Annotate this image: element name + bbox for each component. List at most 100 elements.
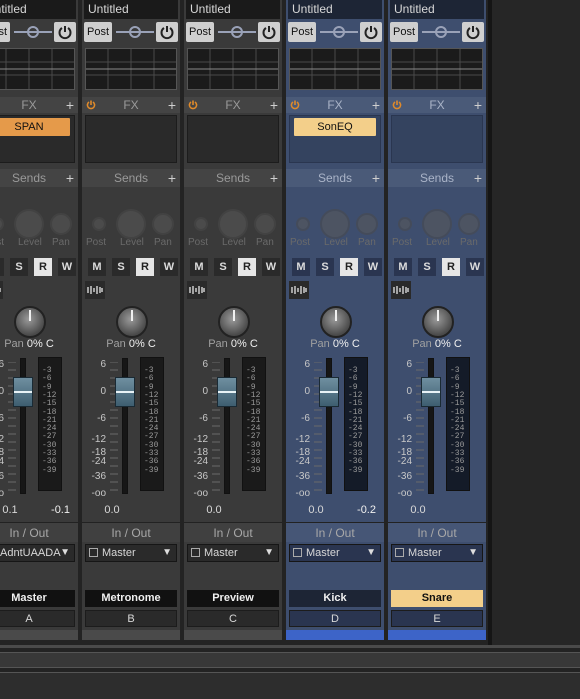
fader-value[interactable]: 0.0 bbox=[184, 504, 244, 516]
routing-icon[interactable] bbox=[422, 25, 460, 39]
channel-name[interactable]: Snare bbox=[391, 590, 483, 607]
input-monitor-icon[interactable] bbox=[289, 281, 309, 299]
channel-title[interactable]: Untitled bbox=[84, 0, 178, 19]
power-icon[interactable] bbox=[54, 22, 76, 42]
add-send-icon[interactable]: + bbox=[474, 169, 482, 187]
channel-letter[interactable]: D bbox=[289, 610, 381, 627]
mute-button[interactable]: M bbox=[292, 258, 310, 276]
output-selector[interactable]: AdntUAADA ▼ bbox=[0, 544, 75, 562]
solo-button[interactable]: S bbox=[418, 258, 436, 276]
power-icon[interactable] bbox=[258, 22, 280, 42]
pan-knob[interactable] bbox=[320, 306, 352, 338]
channel-letter[interactable]: A bbox=[0, 610, 75, 627]
add-fx-icon[interactable]: + bbox=[168, 97, 176, 113]
fader-value[interactable]: 0.1 bbox=[0, 504, 40, 516]
peak-value[interactable]: -0.1 bbox=[51, 504, 70, 516]
add-fx-icon[interactable]: + bbox=[270, 97, 278, 113]
volume-fader-handle[interactable] bbox=[421, 377, 441, 407]
write-button[interactable]: W bbox=[58, 258, 76, 276]
post-button[interactable]: Post bbox=[186, 22, 214, 42]
pan-knob[interactable] bbox=[116, 306, 148, 338]
eq-thumbnail[interactable] bbox=[187, 48, 279, 90]
horizontal-scrollbar[interactable] bbox=[0, 652, 580, 668]
channel-name[interactable]: Kick bbox=[289, 590, 381, 607]
channel-strip-master[interactable]: Untitled Post bbox=[0, 0, 78, 640]
post-button[interactable]: Post bbox=[84, 22, 112, 42]
add-send-icon[interactable]: + bbox=[270, 169, 278, 187]
channel-name[interactable]: Preview bbox=[187, 590, 279, 607]
mute-button[interactable]: M bbox=[0, 258, 4, 276]
input-monitor-icon[interactable] bbox=[85, 281, 105, 299]
in-out-header[interactable]: In / Out bbox=[388, 522, 486, 542]
eq-thumbnail[interactable] bbox=[85, 48, 177, 90]
in-out-header[interactable]: In / Out bbox=[82, 522, 180, 542]
channel-name[interactable]: Metronome bbox=[85, 590, 177, 607]
in-out-header[interactable]: In / Out bbox=[286, 522, 384, 542]
output-selector[interactable]: Master ▼ bbox=[391, 544, 483, 562]
fx-power-icon[interactable] bbox=[290, 100, 300, 110]
fx-rack[interactable]: SPAN bbox=[0, 115, 75, 163]
volume-fader-handle[interactable] bbox=[217, 377, 237, 407]
input-monitor-icon[interactable] bbox=[187, 281, 207, 299]
mute-button[interactable]: M bbox=[190, 258, 208, 276]
volume-fader-handle[interactable] bbox=[319, 377, 339, 407]
solo-button[interactable]: S bbox=[112, 258, 130, 276]
write-button[interactable]: W bbox=[160, 258, 178, 276]
channel-title[interactable]: Untitled bbox=[390, 0, 484, 19]
input-monitor-icon[interactable] bbox=[0, 281, 3, 299]
fx-power-icon[interactable] bbox=[188, 100, 198, 110]
record-button[interactable]: R bbox=[136, 258, 154, 276]
channel-title[interactable]: Untitled bbox=[186, 0, 280, 19]
eq-thumbnail[interactable] bbox=[0, 48, 75, 90]
write-button[interactable]: W bbox=[364, 258, 382, 276]
routing-icon[interactable] bbox=[14, 25, 52, 39]
output-selector[interactable]: Master ▼ bbox=[187, 544, 279, 562]
add-fx-icon[interactable]: + bbox=[66, 97, 74, 113]
mute-button[interactable]: M bbox=[88, 258, 106, 276]
record-button[interactable]: R bbox=[34, 258, 52, 276]
routing-icon[interactable] bbox=[218, 25, 256, 39]
volume-fader-handle[interactable] bbox=[13, 377, 33, 407]
fx-power-icon[interactable] bbox=[392, 100, 402, 110]
record-button[interactable]: R bbox=[238, 258, 256, 276]
post-button[interactable]: Post bbox=[288, 22, 316, 42]
post-button[interactable]: Post bbox=[390, 22, 418, 42]
volume-fader-handle[interactable] bbox=[115, 377, 135, 407]
add-fx-icon[interactable]: + bbox=[474, 97, 482, 113]
channel-letter[interactable]: E bbox=[391, 610, 483, 627]
channel-letter[interactable]: C bbox=[187, 610, 279, 627]
record-button[interactable]: R bbox=[340, 258, 358, 276]
routing-icon[interactable] bbox=[116, 25, 154, 39]
channel-strip-metronome[interactable]: Untitled Post FX + Sends + Post Level Pa… bbox=[82, 0, 180, 640]
fader-value[interactable]: 0.0 bbox=[286, 504, 346, 516]
channel-name[interactable]: Master bbox=[0, 590, 75, 607]
fx-rack[interactable] bbox=[391, 115, 483, 163]
add-send-icon[interactable]: + bbox=[168, 169, 176, 187]
solo-button[interactable]: S bbox=[316, 258, 334, 276]
record-button[interactable]: R bbox=[442, 258, 460, 276]
fader-value[interactable]: 0.0 bbox=[388, 504, 448, 516]
add-send-icon[interactable]: + bbox=[372, 169, 380, 187]
fx-plugin-slot[interactable]: SPAN bbox=[0, 118, 70, 136]
fader-value[interactable]: 0.0 bbox=[82, 504, 142, 516]
peak-value[interactable]: -0.2 bbox=[357, 504, 376, 516]
fx-rack[interactable] bbox=[187, 115, 279, 163]
channel-title[interactable]: Untitled bbox=[288, 0, 382, 19]
write-button[interactable]: W bbox=[262, 258, 280, 276]
power-icon[interactable] bbox=[462, 22, 484, 42]
channel-title[interactable]: Untitled bbox=[0, 0, 76, 19]
add-fx-icon[interactable]: + bbox=[372, 97, 380, 113]
in-out-header[interactable]: In / Out bbox=[184, 522, 282, 542]
solo-button[interactable]: S bbox=[214, 258, 232, 276]
pan-knob[interactable] bbox=[422, 306, 454, 338]
channel-letter[interactable]: B bbox=[85, 610, 177, 627]
solo-button[interactable]: S bbox=[10, 258, 28, 276]
output-selector[interactable]: Master ▼ bbox=[85, 544, 177, 562]
eq-thumbnail[interactable] bbox=[289, 48, 381, 90]
fx-power-icon[interactable] bbox=[86, 100, 96, 110]
eq-thumbnail[interactable] bbox=[391, 48, 483, 90]
channel-strip-kick[interactable]: Untitled Post FX + SonEQ Sends + Post Le… bbox=[286, 0, 384, 640]
routing-icon[interactable] bbox=[320, 25, 358, 39]
power-icon[interactable] bbox=[360, 22, 382, 42]
fx-rack[interactable] bbox=[85, 115, 177, 163]
